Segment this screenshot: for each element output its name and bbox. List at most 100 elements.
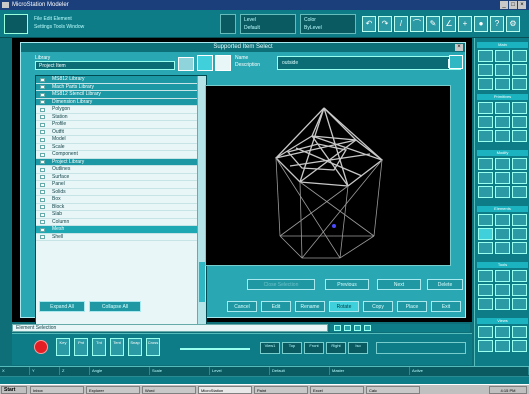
tool-icon[interactable]	[512, 102, 527, 114]
library-list[interactable]: MS812 Library Mach Parts Library MS812 Ste…	[35, 75, 207, 327]
list-section-header[interactable]: Dimension Library	[36, 98, 206, 106]
exit-button[interactable]: Exit	[431, 301, 461, 312]
list-section-header[interactable]: MS812 Library	[36, 76, 206, 84]
tool-icon[interactable]	[478, 242, 493, 254]
preview-toggle-icon[interactable]	[449, 55, 463, 69]
library-browse-icon[interactable]	[178, 57, 194, 71]
tool-icon[interactable]	[495, 242, 510, 254]
record-button[interactable]	[34, 340, 48, 354]
bottom-tool-4[interactable]: Snap	[128, 338, 142, 356]
dialog-close-button[interactable]: ×	[455, 44, 463, 51]
tool-icon[interactable]	[512, 270, 527, 282]
list-section-header[interactable]: MS812 Stencil Library	[36, 91, 206, 99]
zoom-slider[interactable]	[180, 348, 250, 350]
tool-icon[interactable]	[512, 64, 527, 76]
list-item[interactable]: Slab	[36, 211, 206, 219]
tool-icon[interactable]	[495, 228, 510, 240]
bottom-tool-5[interactable]: Cross	[146, 338, 160, 356]
bottom-tool-2[interactable]: Tnt	[92, 338, 106, 356]
undo-icon[interactable]: ↶	[362, 16, 376, 32]
tool-icon[interactable]	[478, 228, 493, 240]
tool-icon[interactable]	[512, 298, 527, 310]
tool-icon[interactable]	[478, 116, 493, 128]
tool-icon[interactable]	[495, 284, 510, 296]
checkbox-icon[interactable]	[40, 205, 45, 209]
measure-icon[interactable]: ∠	[442, 16, 456, 32]
expand-all-button[interactable]: Expand All	[39, 301, 85, 312]
cancel-button[interactable]: Cancel	[227, 301, 257, 312]
bottom-tool-0[interactable]: Key	[56, 338, 70, 356]
crosshair-icon[interactable]: +	[458, 16, 472, 32]
tool-icon[interactable]	[495, 50, 510, 62]
line-icon[interactable]: /	[394, 16, 408, 32]
minimize-button[interactable]: _	[500, 1, 508, 9]
tool-icon[interactable]	[495, 158, 510, 170]
view-seg-0[interactable]: View1	[260, 342, 280, 354]
list-item[interactable]: Block	[36, 204, 206, 211]
name-field[interactable]: outside	[277, 56, 461, 70]
list-item[interactable]: Mesh	[36, 226, 206, 234]
bottom-tool-3[interactable]: Tent	[110, 338, 124, 356]
close-selection-button[interactable]: Close Selection	[247, 279, 315, 290]
checkbox-icon[interactable]	[40, 145, 45, 149]
tool-icon[interactable]	[495, 270, 510, 282]
tool-icon[interactable]	[512, 228, 527, 240]
color-box[interactable]: Color ByLevel	[300, 14, 356, 34]
checkbox-icon[interactable]	[40, 122, 45, 127]
tool-icon[interactable]	[495, 214, 510, 226]
cell-icon[interactable]	[197, 55, 213, 71]
list-item[interactable]: Station	[36, 114, 206, 121]
tool-icon[interactable]	[478, 158, 493, 170]
list-item[interactable]: Component	[36, 151, 206, 159]
axis-icon[interactable]	[364, 325, 371, 331]
list-item[interactable]: Shell	[36, 234, 206, 241]
view-seg-4[interactable]: Iso	[348, 342, 368, 354]
checkbox-icon[interactable]	[40, 130, 45, 134]
arc-icon[interactable]: ⌒	[410, 16, 424, 32]
app-system-icon[interactable]	[2, 2, 9, 8]
tool-icon[interactable]	[495, 326, 510, 338]
taskbar-task[interactable]: Excel	[310, 386, 364, 394]
checkbox-icon[interactable]	[40, 160, 45, 164]
checkbox-icon[interactable]	[40, 212, 45, 217]
active-level-icon[interactable]	[220, 14, 236, 34]
tool-icon[interactable]	[495, 172, 510, 184]
collapse-all-button[interactable]: Collapse All	[89, 301, 141, 312]
checkbox-icon[interactable]	[40, 220, 45, 224]
tool-icon[interactable]	[512, 50, 527, 62]
tool-icon[interactable]	[495, 298, 510, 310]
previous-button[interactable]: Previous	[325, 279, 369, 290]
rename-button[interactable]: Rename	[295, 301, 325, 312]
panel-header-modify[interactable]: Modify	[477, 150, 528, 156]
menu-line-2[interactable]: Settings Tools Window	[34, 24, 84, 31]
checkbox-icon[interactable]	[40, 92, 45, 97]
checkbox-icon[interactable]	[40, 137, 45, 142]
tool-icon[interactable]	[512, 186, 527, 198]
tool-icon[interactable]	[478, 78, 493, 90]
model-preview[interactable]	[205, 85, 451, 266]
checkbox-icon[interactable]	[40, 152, 45, 157]
menu-line-1[interactable]: File Edit Element	[34, 16, 72, 23]
tool-icon[interactable]	[495, 186, 510, 198]
tool-icon[interactable]	[478, 270, 493, 282]
panel-header-primitives[interactable]: Primitives	[477, 94, 528, 100]
panel-header-main[interactable]: Main	[477, 42, 528, 48]
tool-icon[interactable]	[478, 284, 493, 296]
tool-icon[interactable]	[478, 298, 493, 310]
tool-icon[interactable]	[512, 326, 527, 338]
command-prompt[interactable]: Element Selection	[12, 324, 328, 332]
tool-icon[interactable]	[478, 50, 493, 62]
tool-icon[interactable]	[512, 284, 527, 296]
tool-icon[interactable]	[495, 340, 510, 352]
panel-header-views[interactable]: Views	[477, 318, 528, 324]
tool-icon[interactable]	[478, 102, 493, 114]
pencil-icon[interactable]: ✎	[426, 16, 440, 32]
tool-icon[interactable]	[478, 186, 493, 198]
list-item[interactable]: Profile	[36, 121, 206, 129]
redo-icon[interactable]: ↷	[378, 16, 392, 32]
list-item[interactable]: Box	[36, 196, 206, 204]
view-seg-1[interactable]: Top	[282, 342, 302, 354]
maximize-button[interactable]: □	[509, 1, 517, 9]
grid-icon[interactable]	[354, 325, 361, 331]
tool-icon[interactable]	[512, 158, 527, 170]
